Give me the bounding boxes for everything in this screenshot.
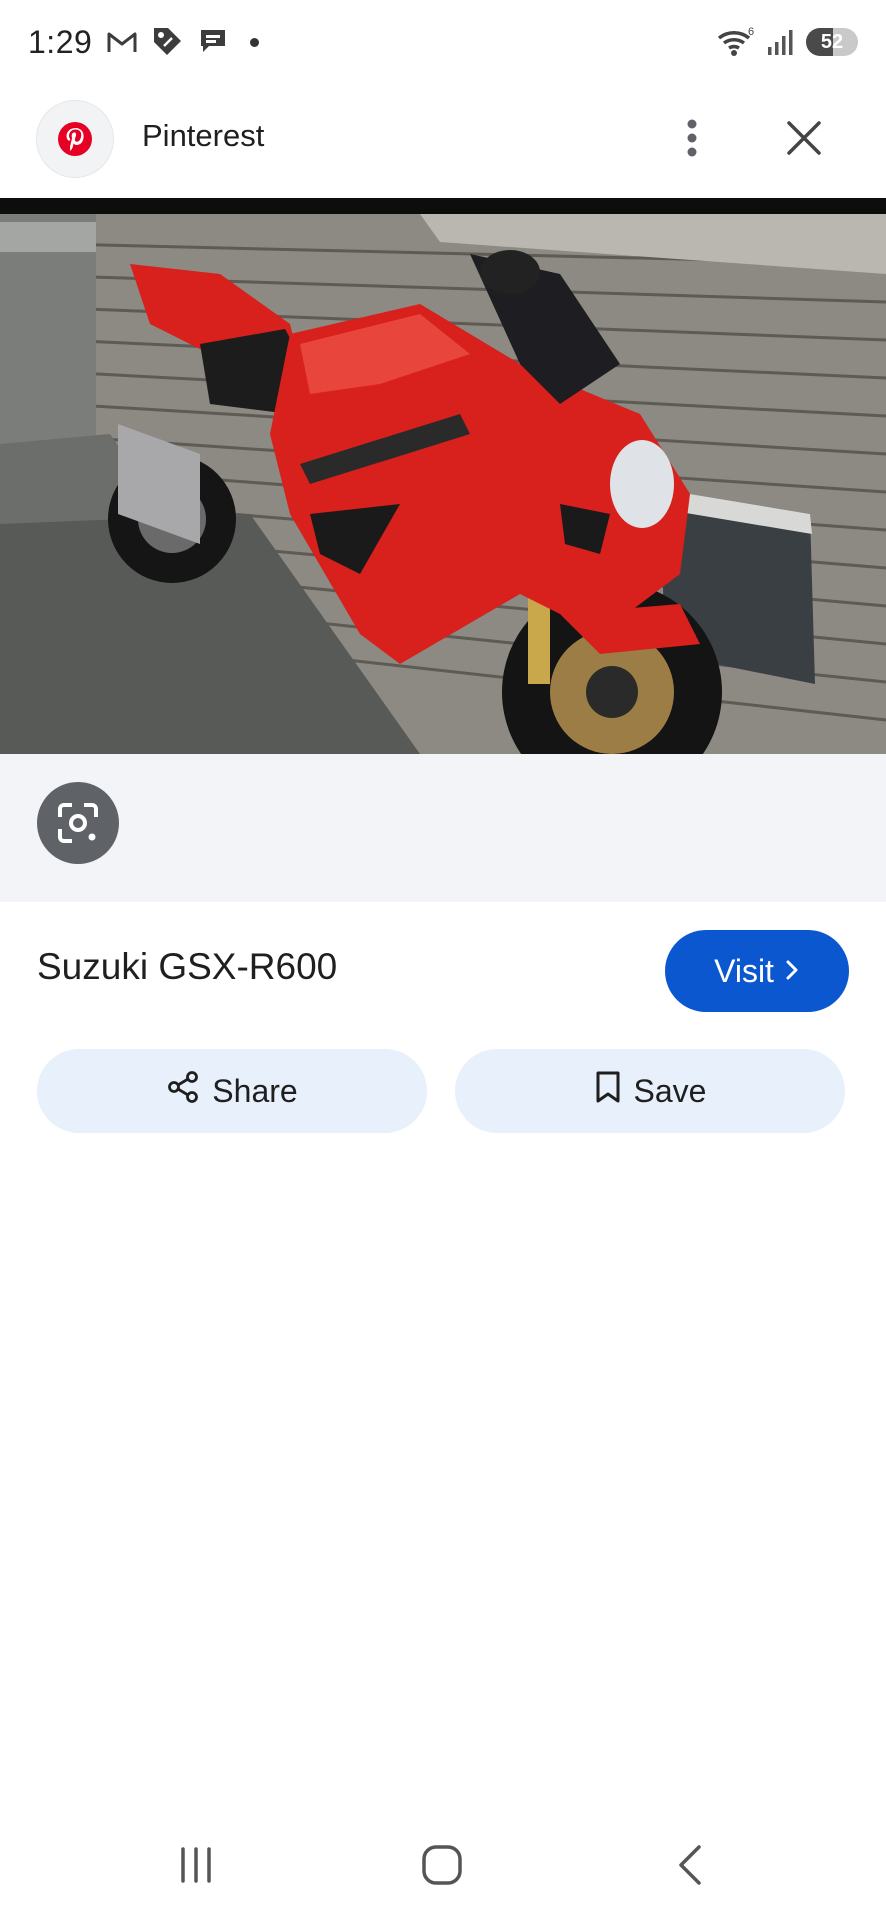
wifi-icon: 6 bbox=[716, 26, 756, 58]
screen: 1:29 6 52 Pinterest Suzuki GSX-R600 Visi… bbox=[0, 0, 886, 1920]
signal-icon bbox=[766, 27, 796, 57]
gmail-icon bbox=[106, 29, 138, 55]
pinterest-logo-icon[interactable] bbox=[36, 100, 114, 178]
nav-bar bbox=[0, 1826, 886, 1906]
visit-label: Visit bbox=[714, 952, 774, 989]
more-vert-icon[interactable] bbox=[662, 108, 722, 168]
save-label: Save bbox=[633, 1072, 707, 1109]
lens-strip bbox=[0, 754, 886, 902]
battery-label: 52 bbox=[820, 30, 844, 53]
recent-apps-icon[interactable] bbox=[166, 1840, 226, 1890]
home-icon[interactable] bbox=[412, 1840, 472, 1890]
back-icon[interactable] bbox=[660, 1840, 720, 1890]
share-icon bbox=[166, 1070, 200, 1112]
close-icon[interactable] bbox=[774, 108, 834, 168]
share-label: Share bbox=[212, 1072, 298, 1109]
motorcycle-photo bbox=[0, 214, 886, 754]
viewer-header: Pinterest bbox=[0, 96, 886, 180]
google-lens-icon[interactable] bbox=[37, 782, 119, 864]
status-right: 6 52 bbox=[716, 26, 858, 58]
status-bar: 1:29 6 52 bbox=[0, 0, 886, 84]
visit-button[interactable]: Visit bbox=[665, 930, 849, 1012]
tag-icon bbox=[152, 26, 184, 58]
bookmark-icon bbox=[594, 1070, 622, 1112]
save-button[interactable]: Save bbox=[455, 1049, 845, 1133]
wifi-badge: 6 bbox=[748, 26, 754, 38]
result-title[interactable]: Suzuki GSX-R600 bbox=[37, 946, 337, 988]
result-image[interactable] bbox=[0, 198, 886, 754]
status-left: 1:29 bbox=[28, 23, 260, 61]
battery-icon: 52 bbox=[806, 28, 858, 56]
share-button[interactable]: Share bbox=[37, 1049, 427, 1133]
status-time: 1:29 bbox=[28, 23, 93, 60]
notification-dot-icon bbox=[250, 37, 260, 47]
chevron-right-icon bbox=[784, 953, 800, 990]
site-name[interactable]: Pinterest bbox=[142, 118, 264, 154]
messages-icon bbox=[198, 27, 232, 57]
